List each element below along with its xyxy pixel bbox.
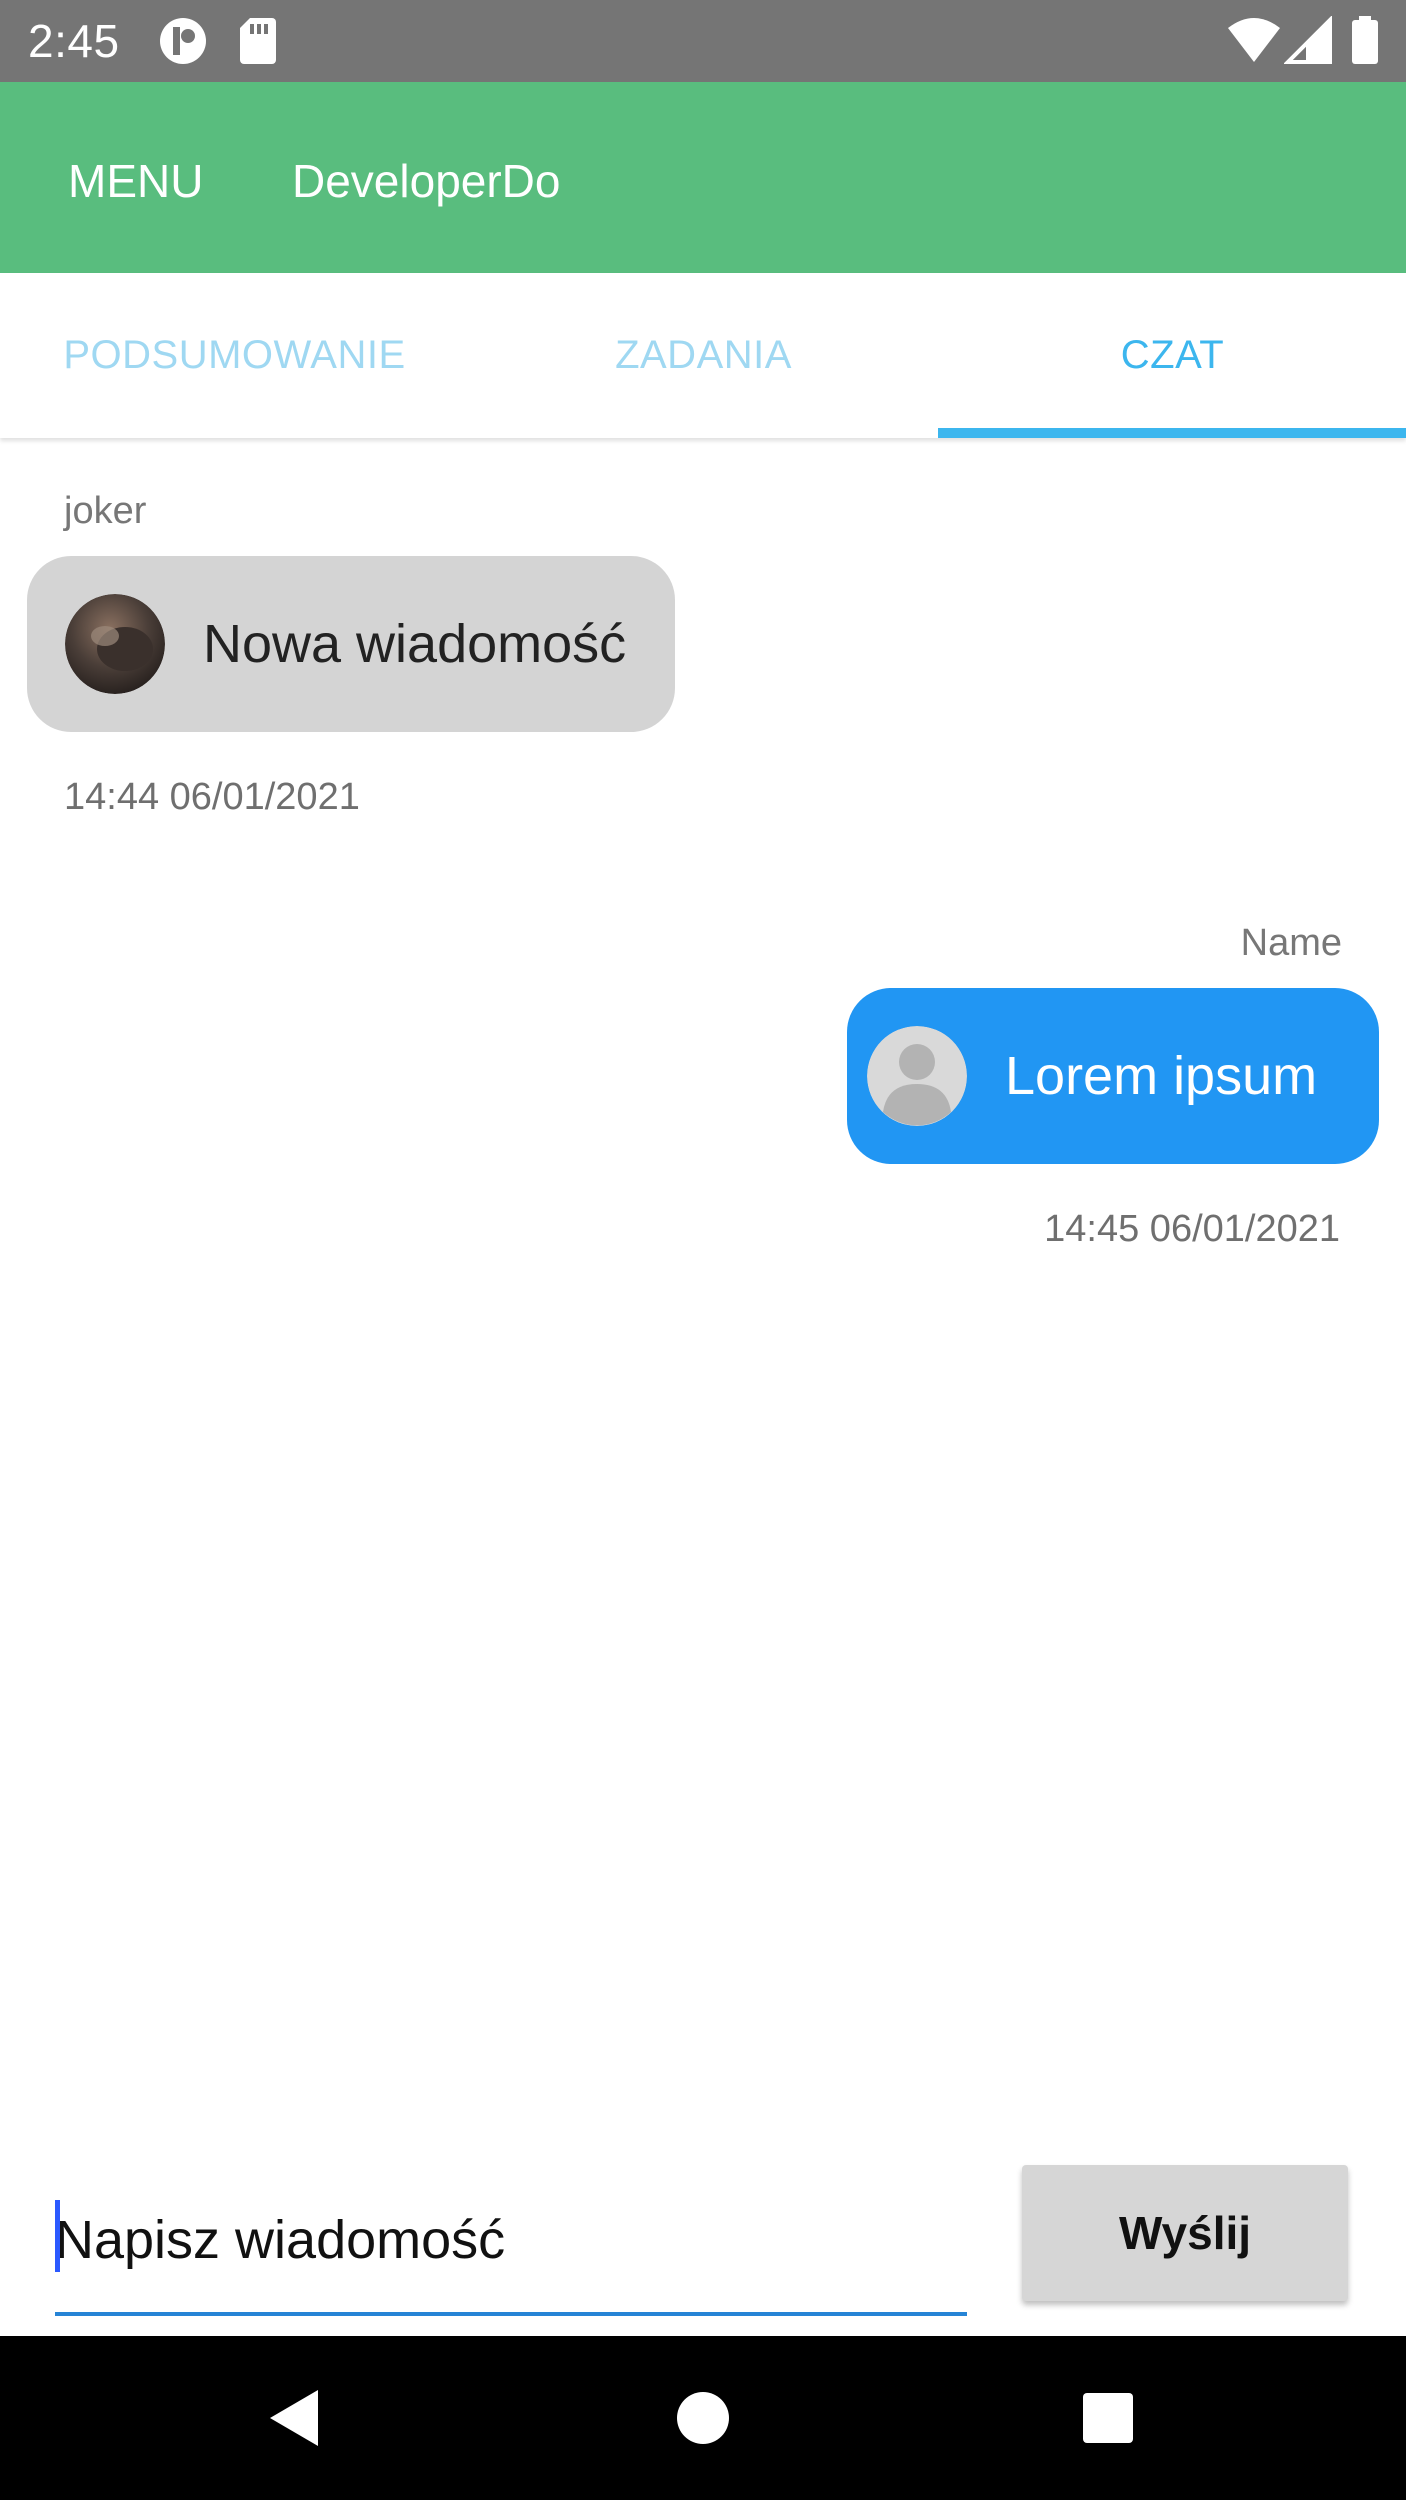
selected-tab-indicator: [938, 428, 1406, 438]
tab-bar: PODSUMOWANIE ZADANIA CZAT: [0, 273, 1406, 438]
menu-button[interactable]: MENU: [68, 154, 203, 208]
outgoing-message-bubble: Lorem ipsum: [847, 988, 1379, 1164]
wifi-icon: [1226, 16, 1282, 71]
status-time: 2:45: [28, 15, 120, 67]
back-icon[interactable]: [214, 2336, 374, 2500]
cellular-signal-icon: [1283, 15, 1332, 71]
status-bar: 2:45: [0, 0, 1406, 82]
text-cursor: [55, 2200, 60, 2272]
message-sender-name: joker: [64, 490, 147, 532]
home-icon[interactable]: [623, 2336, 783, 2500]
system-nav-bar: [0, 2336, 1406, 2500]
message-timestamp: 14:45 06/01/2021: [1044, 1208, 1340, 1250]
default-avatar-icon: [867, 1026, 967, 1126]
battery-icon: [1350, 16, 1380, 71]
message-text: Lorem ipsum: [1005, 1046, 1318, 1106]
tab-czat[interactable]: CZAT: [938, 273, 1406, 438]
incoming-message-bubble: Nowa wiadomość: [27, 556, 675, 732]
recents-icon[interactable]: [1028, 2336, 1188, 2500]
message-timestamp: 14:44 06/01/2021: [64, 776, 360, 818]
app-bar: MENU DeveloperDo: [0, 82, 1406, 273]
message-input[interactable]: [55, 2180, 967, 2300]
tab-zadania[interactable]: ZADANIA: [469, 273, 938, 438]
app-title: DeveloperDo: [292, 155, 561, 207]
avatar: [65, 594, 165, 694]
tab-podsumowanie[interactable]: PODSUMOWANIE: [0, 273, 469, 438]
message-input-container: [55, 2180, 967, 2316]
app-indicator-icon: [158, 16, 208, 71]
message-sender-name: Name: [1240, 922, 1342, 964]
sd-card-icon: [238, 16, 278, 71]
send-button[interactable]: Wyślij: [1022, 2165, 1348, 2301]
message-text: Nowa wiadomość: [203, 614, 627, 674]
